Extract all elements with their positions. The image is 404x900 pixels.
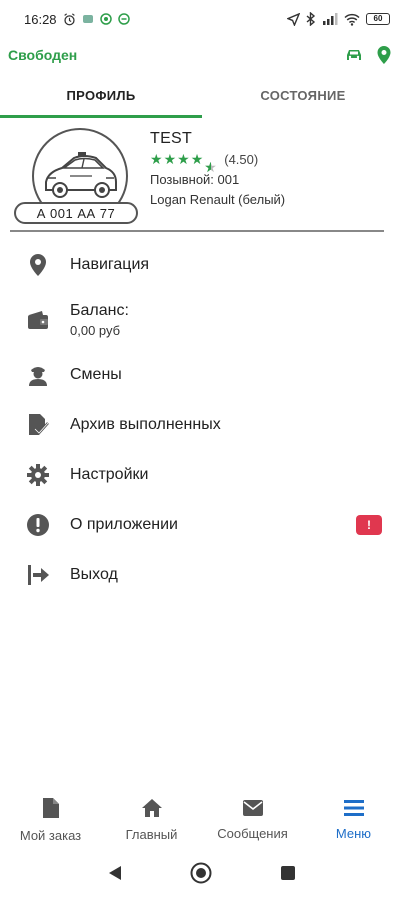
menu-item-label: Настройки [70,466,149,483]
tab-state[interactable]: СОСТОЯНИЕ [202,72,404,118]
home-button-icon[interactable] [190,862,212,889]
battery-indicator: 60 [366,13,390,25]
location-pin-icon[interactable] [376,45,392,65]
callsign: Позывной: 001 [150,172,240,187]
nav-label: Сообщения [217,826,288,841]
mail-icon [242,799,264,822]
driver-name: TEST [150,130,193,147]
nav-my-order[interactable]: Мой заказ [0,790,101,850]
app-header: Свободен [0,38,404,72]
menu-item-label: Смены [70,366,122,383]
driver-status[interactable]: Свободен [8,47,77,63]
menu-item-about[interactable]: О приложении ! [0,500,404,550]
nav-main[interactable]: Главный [101,790,202,850]
profile-card: А 001 АА 77 TEST ★ ★ ★ ★ ★ ★ (4.50) Позы… [0,118,404,230]
back-icon[interactable] [108,865,122,886]
menu-item-archive[interactable]: Архив выполненных [0,400,404,450]
bluetooth-icon [306,12,316,26]
alarm-icon [63,12,76,26]
driver-info: TEST ★ ★ ★ ★ ★ ★ (4.50) Позывной: 001 Lo… [150,130,285,207]
driver-rating: ★ ★ ★ ★ ★ ★ (4.50) [150,151,259,175]
signal-icon [322,13,338,25]
menu-item-label: Навигация [70,256,150,273]
nav-label: Меню [335,826,372,841]
car-icon[interactable] [344,47,364,63]
document-icon [42,797,60,824]
profile-tabs: ПРОФИЛЬ СОСТОЯНИЕ [0,72,404,118]
star-full-icon: ★ [177,151,190,167]
profile-divider [10,230,384,232]
nav-messages[interactable]: Сообщения [202,790,303,850]
side-menu: Навигация Баланс: 0,00 руб Смены Архив в… [0,240,404,600]
menu-item-balance[interactable]: Баланс: 0,00 руб [0,290,404,350]
system-navigation-bar [0,850,404,900]
balance-value: 0,00 руб [70,323,121,338]
menu-item-label: Выход [70,566,118,583]
star-full-icon: ★ [190,151,204,167]
update-badge: ! [356,515,382,535]
menu-item-logout[interactable]: Выход [0,550,404,600]
menu-icon [343,799,364,822]
nav-label: Мой заказ [19,828,82,843]
gear-icon [24,461,52,489]
menu-item-label: О приложении [70,516,178,533]
driver-icon [24,361,52,389]
system-status-bar: 16:28 60 [0,0,404,38]
menu-item-label: Архив выполненных [70,416,221,433]
navigation-arrow-icon [287,12,300,26]
document-check-icon [24,411,52,439]
nav-label: Главный [125,827,178,842]
license-plate: А 001 АА 77 [14,202,138,224]
notification-app-icon-2 [99,13,112,25]
tab-profile[interactable]: ПРОФИЛЬ [0,72,202,118]
nav-menu[interactable]: Меню [303,790,404,850]
wallet-icon [24,306,52,334]
alert-circle-icon [24,511,52,539]
menu-item-shifts[interactable]: Смены [0,350,404,400]
wifi-icon [344,13,360,26]
star-full-icon: ★ [150,151,163,167]
bottom-navigation: Мой заказ Главный Сообщения Меню [0,790,404,850]
location-pin-icon [24,251,52,279]
menu-item-settings[interactable]: Настройки [0,450,404,500]
star-full-icon: ★ [163,151,177,167]
car-illustration-icon [45,152,117,198]
logout-icon [24,561,52,589]
notification-app-icon-3 [117,13,130,25]
menu-item-navigation[interactable]: Навигация [0,240,404,290]
car-model: Logan Renault (белый) [150,192,286,207]
rating-value: (4.50) [224,151,259,167]
status-time: 16:28 [24,11,57,27]
menu-item-label: Баланс: [70,302,129,319]
recents-icon[interactable] [280,865,296,886]
home-icon [141,798,163,823]
notification-app-icon [82,13,94,25]
